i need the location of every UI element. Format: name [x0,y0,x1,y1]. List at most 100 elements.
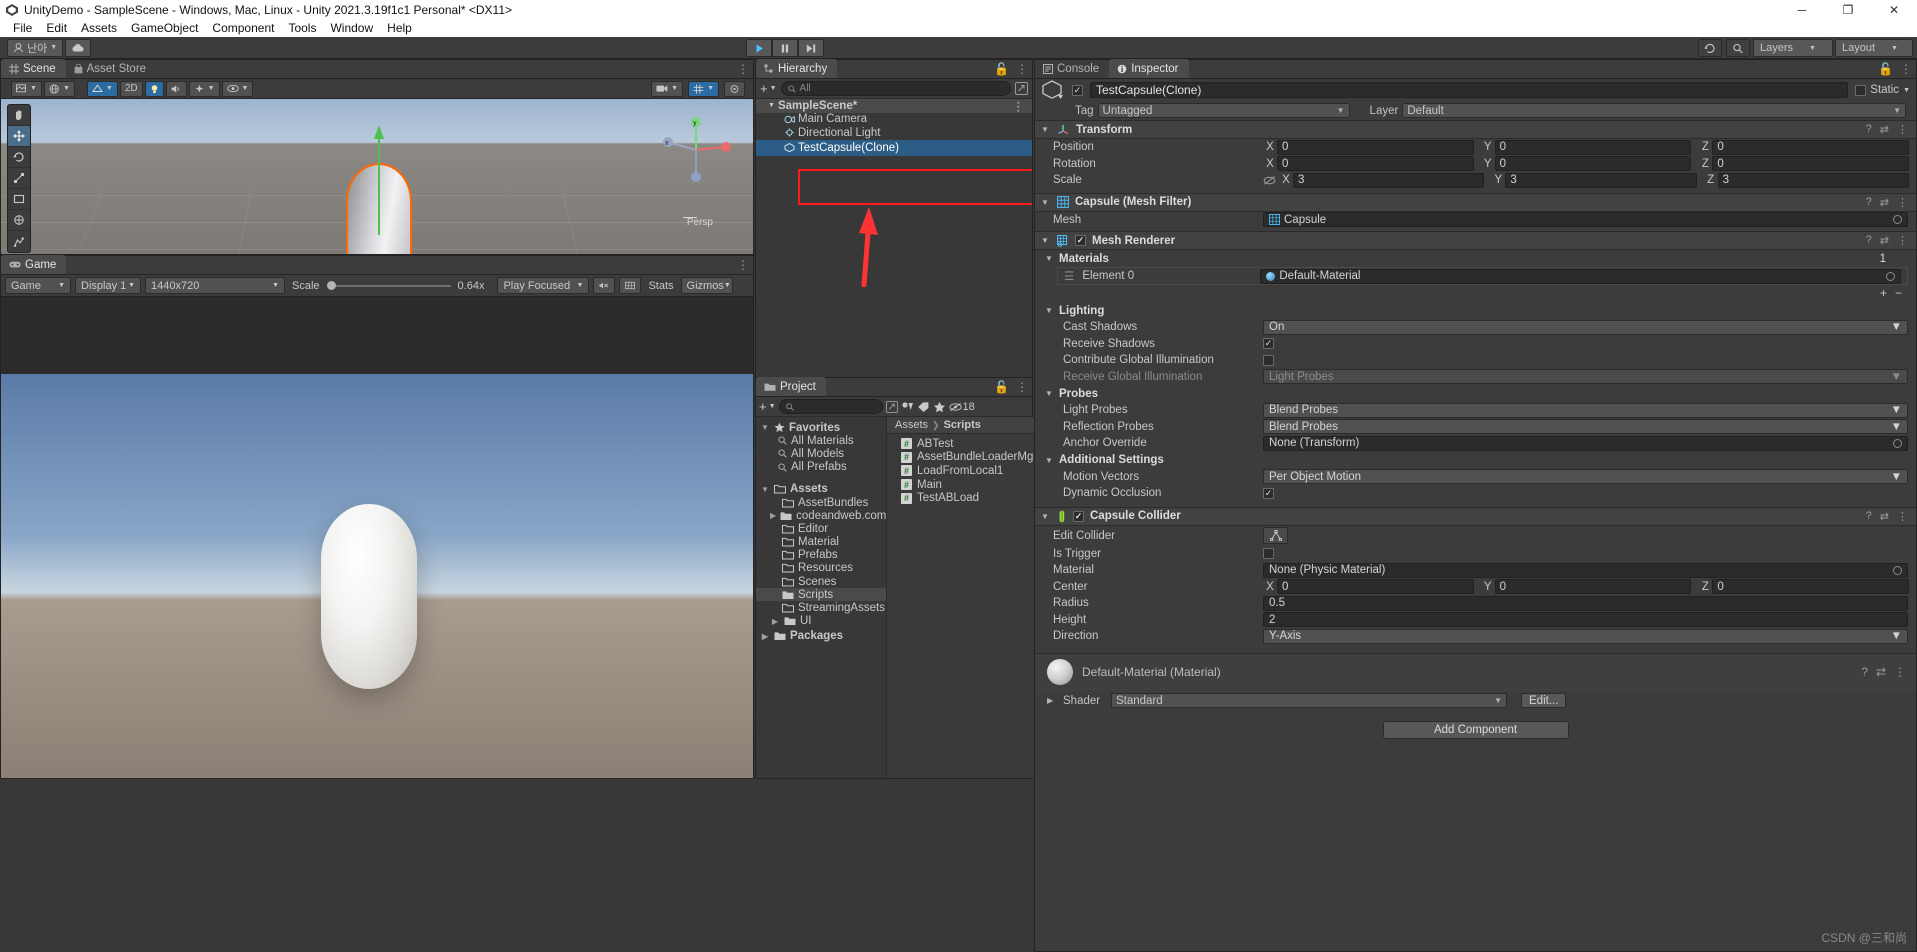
component-options-icon[interactable]: ⋮ [1897,196,1908,209]
menu-help[interactable]: Help [380,20,419,37]
effects-dropdown-button[interactable]: ▼ [188,80,220,97]
static-checkbox[interactable] [1855,84,1867,96]
edit-collider-button[interactable] [1263,527,1288,544]
panel-options-icon[interactable]: ⋮ [737,258,749,272]
panel-options-icon[interactable]: ⋮ [737,62,749,76]
move-tool-button[interactable] [8,126,30,147]
object-picker-icon[interactable] [1893,565,1902,575]
component-options-icon[interactable]: ⋮ [1897,234,1908,247]
panel-options-icon[interactable]: ⋮ [1900,62,1912,76]
step-button[interactable] [798,39,824,57]
chevron-down-icon[interactable]: ▼ [1045,254,1055,263]
rotation-x-input[interactable]: 0 [1277,156,1474,172]
project-folder-scenes[interactable]: Scenes [756,575,886,588]
light-probes-dropdown[interactable]: Blend Probes ▼ [1263,402,1908,418]
chevron-right-icon[interactable]: ▶ [760,632,770,641]
search-button[interactable] [1726,39,1750,57]
hierarchy-expand-icon[interactable] [1015,82,1028,95]
project-favorites-group[interactable]: ▼ Favorites [756,421,886,434]
contribute-gi-checkbox[interactable] [1263,354,1274,366]
project-folder-editor[interactable]: Editor [756,522,886,535]
tab-project[interactable]: Project [756,377,826,396]
reflection-probes-dropdown[interactable]: Blend Probes ▼ [1263,419,1908,435]
tab-hierarchy[interactable]: Hierarchy [756,59,838,78]
materials-section-header[interactable]: ▼ Materials 1 [1035,250,1916,267]
object-enabled-checkbox[interactable]: ✓ [1072,84,1083,96]
project-add-button[interactable]: + ▼ [759,399,776,414]
help-icon[interactable]: ? [1866,234,1872,247]
center-x-input[interactable]: 0 [1277,579,1474,595]
component-options-icon[interactable]: ⋮ [1897,123,1908,136]
chevron-down-icon[interactable]: ▼ [760,485,770,494]
direction-dropdown[interactable]: Y-Axis ▼ [1263,628,1908,644]
scene-options-icon[interactable]: ⋮ [1013,99,1033,113]
hierarchy-scene-row[interactable]: ▼ SampleScene* ⋮ [756,99,1032,113]
stats-button[interactable]: Stats [645,280,676,292]
chevron-down-icon[interactable]: ▼ [768,102,775,109]
receive-shadows-checkbox[interactable]: ✓ [1263,338,1274,350]
game-view-mode-dropdown[interactable]: Game ▼ [5,277,71,294]
preset-icon[interactable]: ⇄ [1876,665,1886,679]
radius-input[interactable]: 0.5 [1263,595,1908,611]
position-z-input[interactable]: 0 [1712,139,1910,155]
help-icon[interactable]: ? [1861,665,1868,679]
hierarchy-item-testcapsule-clone[interactable]: TestCapsule(Clone) [756,139,1032,156]
custom-tool-button[interactable] [8,231,30,252]
breadcrumb-scripts[interactable]: Scripts [944,419,981,431]
aspect-button[interactable] [619,277,642,294]
component-header-transform[interactable]: ▼ Transform ? ⇄ ⋮ [1035,120,1916,139]
chevron-right-icon[interactable]: ▶ [1047,696,1057,705]
hierarchy-add-button[interactable]: + ▼ [760,81,777,96]
breadcrumb-assets[interactable]: Assets [895,419,928,431]
preset-icon[interactable]: ⇄ [1880,196,1889,209]
hierarchy-item-main-camera[interactable]: Main Camera [756,113,1032,127]
pause-button[interactable] [772,39,798,57]
project-folder-resources[interactable]: Resources [756,562,886,575]
filter-type-icon[interactable] [901,401,914,413]
chevron-down-icon[interactable]: ▼ [1041,125,1051,134]
project-file-loadfromlocal1[interactable]: # LoadFromLocal1 [887,464,1037,478]
object-picker-icon[interactable] [1893,438,1902,448]
preset-icon[interactable]: ⇄ [1880,510,1889,523]
layer-dropdown[interactable]: Default ▼ [1402,103,1906,118]
scale-slider[interactable] [326,280,451,290]
center-z-input[interactable]: 0 [1712,579,1910,595]
cloud-button[interactable] [65,38,92,57]
close-button[interactable]: ✕ [1871,0,1917,20]
mesh-object-field[interactable]: Capsule [1263,212,1908,228]
project-file-main[interactable]: # Main [887,478,1037,492]
help-icon[interactable]: ? [1866,196,1872,209]
layers-dropdown[interactable]: Layers ▼ [1753,39,1833,57]
project-search-input[interactable] [778,399,883,414]
project-folder-ui[interactable]: ▶ UI [756,615,886,628]
play-button[interactable] [746,39,772,57]
menu-gameobject[interactable]: GameObject [124,20,205,37]
tab-game[interactable]: Game [1,255,67,274]
lighting-section-header[interactable]: ▼ Lighting [1035,302,1916,319]
anchor-override-field[interactable]: None (Transform) [1263,435,1908,451]
mesh-renderer-enabled-checkbox[interactable]: ✓ [1075,235,1086,246]
object-picker-icon[interactable] [1893,215,1902,225]
component-header-mesh-filter[interactable]: ▼ Capsule (Mesh Filter) ? ⇄ ⋮ [1035,192,1916,212]
game-gizmos-dropdown[interactable]: Gizmos ▼ [680,277,733,294]
undo-history-button[interactable] [1698,39,1722,57]
component-header-mesh-renderer[interactable]: ▼ ✓ Mesh Renderer ? ⇄ ⋮ [1035,231,1916,250]
scale-tool-button[interactable] [8,168,30,189]
lock-icon[interactable]: 🔓 [994,380,1009,394]
chevron-down-icon[interactable]: ▼ [1041,512,1051,521]
preset-icon[interactable]: ⇄ [1880,123,1889,136]
material-object-field[interactable]: Default-Material [1260,268,1901,284]
scene-orientation-gizmo[interactable]: y x [657,111,735,189]
menu-tools[interactable]: Tools [281,20,323,37]
play-focused-dropdown[interactable]: Play Focused ▼ [497,277,590,294]
lighting-toggle-button[interactable] [144,80,164,97]
scene-vis-dropdown-button[interactable]: ▼ [221,80,254,97]
account-button[interactable]: 난아 ▼ [7,38,64,57]
grid-visibility-button[interactable]: ▼ [688,80,719,97]
shading-mode-dropdown[interactable]: ▼ [11,80,42,97]
chevron-right-icon[interactable]: ▶ [770,617,780,626]
filter-label-icon[interactable] [917,401,930,413]
remove-material-button[interactable]: − [1895,286,1902,300]
add-material-button[interactable]: + [1880,286,1887,300]
scene-projection-label[interactable]: Persp [687,217,713,228]
